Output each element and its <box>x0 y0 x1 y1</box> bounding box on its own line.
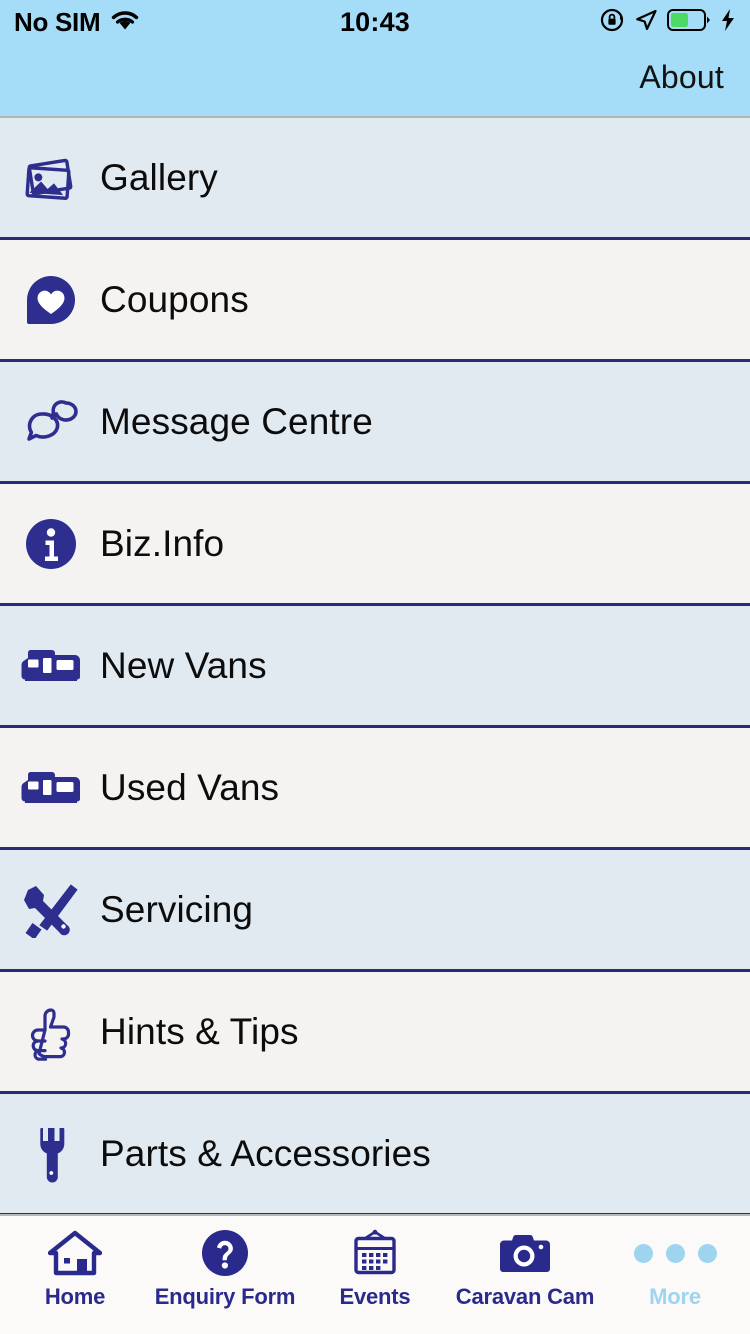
lightning-bolt-icon <box>720 8 736 37</box>
clock-label: 10:43 <box>339 6 411 37</box>
menu-item-message-centre[interactable]: Message Centre <box>0 362 750 484</box>
menu-item-label: New Vans <box>100 644 267 686</box>
menu-item-new-vans[interactable]: New Vans <box>0 606 750 728</box>
menu-item-coupons[interactable]: Coupons <box>0 240 750 362</box>
dot <box>633 1243 653 1263</box>
status-bar: No SIM 10:43 <box>0 0 750 44</box>
thumbs-up-icon <box>20 1001 82 1063</box>
menu-item-biz-info[interactable]: Biz.Info <box>0 484 750 606</box>
camper-van-icon <box>20 757 82 819</box>
status-bar-right <box>599 7 736 38</box>
tab-label: More <box>649 1284 701 1309</box>
carrier-label: No SIM <box>14 6 101 37</box>
info-circle-icon <box>20 513 82 575</box>
menu-item-gallery[interactable]: Gallery <box>0 118 750 240</box>
wifi-icon <box>110 9 140 36</box>
tab-label: Caravan Cam <box>455 1284 595 1309</box>
tab-label: Enquiry Form <box>154 1284 296 1309</box>
tab-caravan-cam[interactable]: Caravan Cam <box>450 1229 600 1334</box>
app-screen: No SIM 10:43 About Gallery Coupons Messa… <box>0 0 750 1334</box>
status-bar-left: No SIM <box>14 7 140 38</box>
question-circle-icon <box>201 1229 249 1277</box>
menu-item-label: Hints & Tips <box>100 1010 299 1052</box>
rotation-lock-icon <box>599 7 625 38</box>
wrench-icon <box>20 1123 82 1185</box>
menu-item-label: Gallery <box>100 156 218 198</box>
dot <box>697 1243 717 1263</box>
speech-bubbles-icon <box>20 391 82 453</box>
tab-more[interactable]: More <box>600 1229 750 1334</box>
about-button[interactable]: About <box>639 59 724 96</box>
menu-item-label: Biz.Info <box>100 522 225 564</box>
tab-enquiry-form[interactable]: Enquiry Form <box>150 1229 300 1334</box>
tab-events[interactable]: Events <box>300 1229 450 1334</box>
menu-item-used-vans[interactable]: Used Vans <box>0 728 750 850</box>
camper-van-icon <box>20 635 82 697</box>
calendar-icon <box>349 1229 401 1277</box>
ellipsis-icon <box>633 1229 717 1277</box>
pin-heart-icon <box>20 269 82 331</box>
tab-label: Events <box>339 1284 411 1309</box>
menu-item-parts-accessories[interactable]: Parts & Accessories <box>0 1094 750 1214</box>
house-icon <box>48 1229 102 1277</box>
dot <box>665 1243 685 1263</box>
tab-home[interactable]: Home <box>0 1229 150 1334</box>
location-arrow-icon <box>634 8 658 37</box>
menu-item-label: Message Centre <box>100 400 373 442</box>
header: No SIM 10:43 About <box>0 0 750 118</box>
menu-item-label: Servicing <box>100 888 254 930</box>
tab-label: Home <box>44 1284 106 1309</box>
navigation-bar: About <box>0 44 750 116</box>
menu-item-label: Parts & Accessories <box>100 1132 431 1174</box>
camera-icon <box>498 1229 552 1277</box>
menu-item-hints-tips[interactable]: Hints & Tips <box>0 972 750 1094</box>
battery-icon <box>667 8 711 36</box>
photos-stack-icon <box>20 147 82 209</box>
wrench-screwdriver-icon <box>20 879 82 941</box>
menu-item-label: Coupons <box>100 278 249 320</box>
menu-item-label: Used Vans <box>100 766 280 808</box>
menu-list: Gallery Coupons Message Centre Biz.Info … <box>0 118 750 1214</box>
tab-bar: Home Enquiry Form Events Caravan Cam Mor… <box>0 1214 750 1334</box>
menu-item-servicing[interactable]: Servicing <box>0 850 750 972</box>
